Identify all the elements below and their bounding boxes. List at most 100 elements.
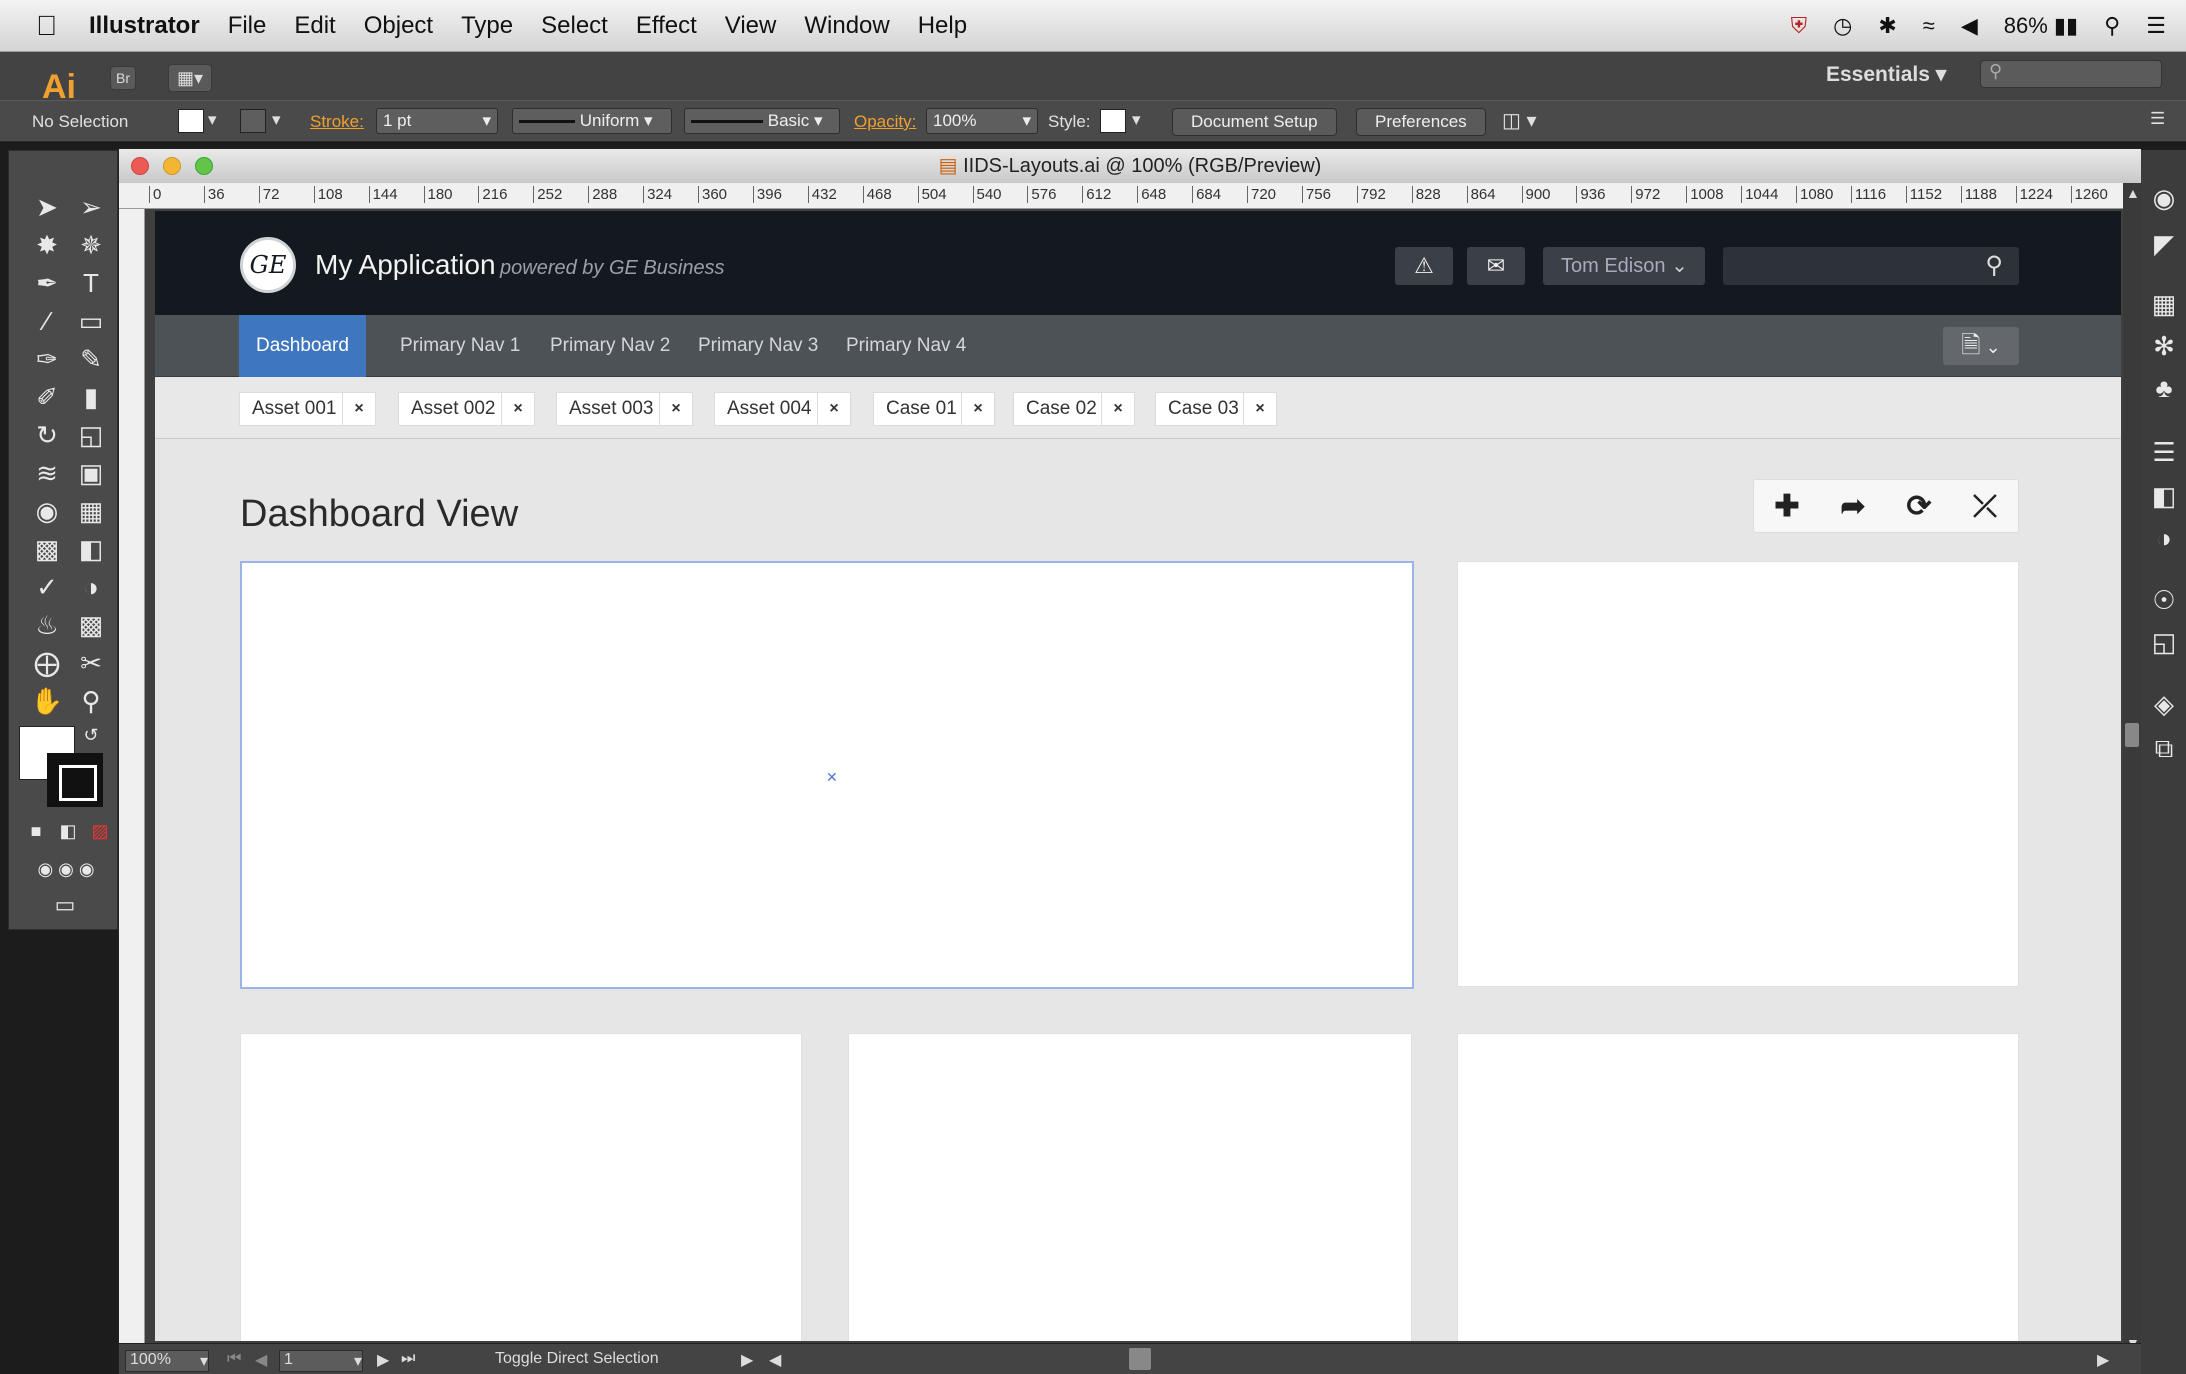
scroll-left-icon[interactable]: ◀ [769, 1350, 781, 1370]
selection-tool-icon[interactable]: ➤ [27, 189, 67, 225]
mesh-tool-icon[interactable]: ▩ [27, 531, 67, 567]
pen-tool-icon[interactable]: ✒ [27, 265, 67, 301]
pencil-tool-icon[interactable]: ✎ [71, 341, 111, 377]
user-menu-button[interactable]: Tom Edison ⌄ [1543, 247, 1705, 285]
scroll-right-icon[interactable]: ▶ [2097, 1350, 2109, 1370]
vertical-ruler[interactable] [119, 209, 145, 1353]
horizontal-ruler[interactable]: 0 36 72 108 144 180 216 252 288 324 360 396 432 468 50… [119, 183, 2141, 209]
document-title-bar[interactable]: ▤ IIDS-Layouts.ai @ 100% (RGB/Preview) [119, 149, 2141, 183]
brush-definition[interactable]: Basic ▾ [684, 108, 840, 134]
close-icon[interactable]: × [1101, 392, 1135, 426]
direct-selection-tool-icon[interactable]: ➢ [71, 189, 111, 225]
menu-type[interactable]: Type [447, 12, 527, 40]
width-tool-icon[interactable]: ≋ [27, 455, 67, 491]
artboard-number-field[interactable]: 1 ▾ [279, 1350, 363, 1372]
swap-colors-icon[interactable]: ↺ [79, 717, 103, 753]
gradient-icon[interactable]: ◧ [2144, 478, 2184, 514]
tab-case-02[interactable]: Case 02 [1013, 392, 1110, 426]
menu-select[interactable]: Select [527, 12, 622, 40]
nav-primary-2[interactable]: Primary Nav 2 [533, 315, 687, 377]
alerts-button[interactable]: ⚠ [1395, 247, 1453, 285]
artboard-tool-icon[interactable]: ⨁ [27, 645, 67, 681]
arrange-documents-icon[interactable]: ▦▾ [168, 64, 212, 92]
menu-effect[interactable]: Effect [622, 12, 711, 40]
apple-icon[interactable]:  [0, 10, 75, 42]
dashboard-card-bottom-1[interactable] [240, 1033, 802, 1341]
draw-mode-icon[interactable]: ◉ ◉ ◉ [21, 851, 111, 887]
scroll-thumb[interactable] [2125, 723, 2139, 747]
battery-status[interactable]: 86% ▮▮ [2004, 13, 2078, 39]
gradient-tool-icon[interactable]: ◧ [71, 531, 111, 567]
tab-asset-003[interactable]: Asset 003 [556, 392, 667, 426]
first-artboard-icon[interactable]: ⏮ [227, 1350, 241, 1368]
menu-help[interactable]: Help [904, 12, 981, 40]
graphic-styles-icon[interactable]: ◱ [2144, 624, 2184, 660]
status-tool-hint[interactable]: Toggle Direct Selection [495, 1350, 659, 1368]
search-icon[interactable]: ⚲ [1985, 251, 2003, 280]
variable-width-profile[interactable]: Uniform ▾ [512, 108, 672, 134]
menu-file[interactable]: File [214, 12, 281, 40]
close-icon[interactable]: × [961, 392, 995, 426]
none-mode-icon[interactable]: ▨ [85, 813, 115, 849]
perspective-grid-tool-icon[interactable]: ▦ [71, 493, 111, 529]
nav-dashboard[interactable]: Dashboard [239, 315, 366, 377]
minimize-window-button[interactable] [163, 157, 181, 175]
type-tool-icon[interactable]: T [71, 265, 111, 301]
wifi-icon[interactable]: ≈ [1923, 13, 1935, 39]
rectangle-tool-icon[interactable]: ▭ [71, 303, 111, 339]
stroke-swatch[interactable] [240, 109, 266, 133]
fill-swatch[interactable] [178, 109, 204, 133]
stroke-color-box[interactable] [47, 753, 103, 807]
menu-edit[interactable]: Edit [280, 12, 349, 40]
eraser-tool-icon[interactable]: ▮ [71, 379, 111, 415]
menu-app-name[interactable]: Illustrator [75, 12, 214, 40]
screen-mode-icon[interactable]: ▭ [45, 887, 85, 923]
share-icon[interactable]: ➦ [1828, 488, 1878, 526]
dashboard-card-main[interactable]: ✕ [240, 561, 1414, 989]
rotate-tool-icon[interactable]: ↻ [27, 417, 67, 453]
transparency-icon[interactable]: ◑ [2144, 520, 2184, 556]
eyedropper-tool-icon[interactable]: ✓ [27, 569, 67, 605]
line-tool-icon[interactable]: ∕ [27, 303, 67, 339]
symbol-sprayer-tool-icon[interactable]: ♨ [27, 607, 67, 643]
status-menu-icon[interactable]: ▶ [741, 1350, 753, 1370]
color-mode-icon[interactable]: ■ [21, 813, 51, 849]
tab-case-01[interactable]: Case 01 [873, 392, 970, 426]
dashboard-card-bottom-3[interactable] [1457, 1033, 2019, 1341]
messages-button[interactable]: ✉ [1467, 247, 1525, 285]
time-machine-icon[interactable]: ◷ [1833, 13, 1852, 39]
stroke-label[interactable]: Stroke: [310, 112, 364, 132]
volume-icon[interactable]: ◀ [1961, 13, 1978, 39]
close-icon[interactable]: × [342, 392, 376, 426]
fill-dropdown-icon[interactable]: ▾ [208, 110, 217, 130]
dashboard-card-bottom-2[interactable] [848, 1033, 1412, 1341]
help-search-input[interactable]: ⚲ [1980, 60, 2162, 88]
tab-asset-001[interactable]: Asset 001 [239, 392, 350, 426]
slice-tool-icon[interactable]: ✂ [71, 645, 111, 681]
style-dropdown-icon[interactable]: ▾ [1132, 110, 1141, 130]
stroke-icon[interactable]: ☰ [2144, 434, 2184, 470]
refresh-icon[interactable]: ⟳ [1894, 488, 1944, 526]
dashboard-card-side[interactable] [1457, 561, 2019, 987]
plus-icon[interactable]: ✚ [1762, 488, 1812, 526]
preferences-button[interactable]: Preferences [1356, 108, 1486, 136]
previous-artboard-icon[interactable]: ◀ [255, 1350, 267, 1370]
blob-brush-tool-icon[interactable]: ✐ [27, 379, 67, 415]
nav-primary-3[interactable]: Primary Nav 3 [681, 315, 835, 377]
shape-builder-tool-icon[interactable]: ◉ [27, 493, 67, 529]
horizontal-scroll-thumb[interactable] [1129, 1348, 1151, 1370]
tab-asset-002[interactable]: Asset 002 [398, 392, 509, 426]
zoom-level-field[interactable]: 100% ▾ [125, 1350, 209, 1372]
brushes-icon[interactable]: ✻ [2144, 328, 2184, 364]
menu-object[interactable]: Object [350, 12, 447, 40]
scroll-up-icon[interactable]: ▲ [2126, 185, 2140, 201]
column-graph-tool-icon[interactable]: ▩ [71, 607, 111, 643]
gradient-mode-icon[interactable]: ◧ [53, 813, 83, 849]
color-guide-icon[interactable]: ◉ [2144, 180, 2184, 216]
appearance-icon[interactable]: ☉ [2144, 582, 2184, 618]
close-window-button[interactable] [131, 157, 149, 175]
close-icon[interactable]: × [1243, 392, 1277, 426]
spotlight-icon[interactable]: ⚲ [2104, 13, 2120, 39]
bluetooth-icon[interactable]: ✱ [1878, 13, 1896, 39]
bridge-button[interactable]: Br [110, 66, 136, 90]
